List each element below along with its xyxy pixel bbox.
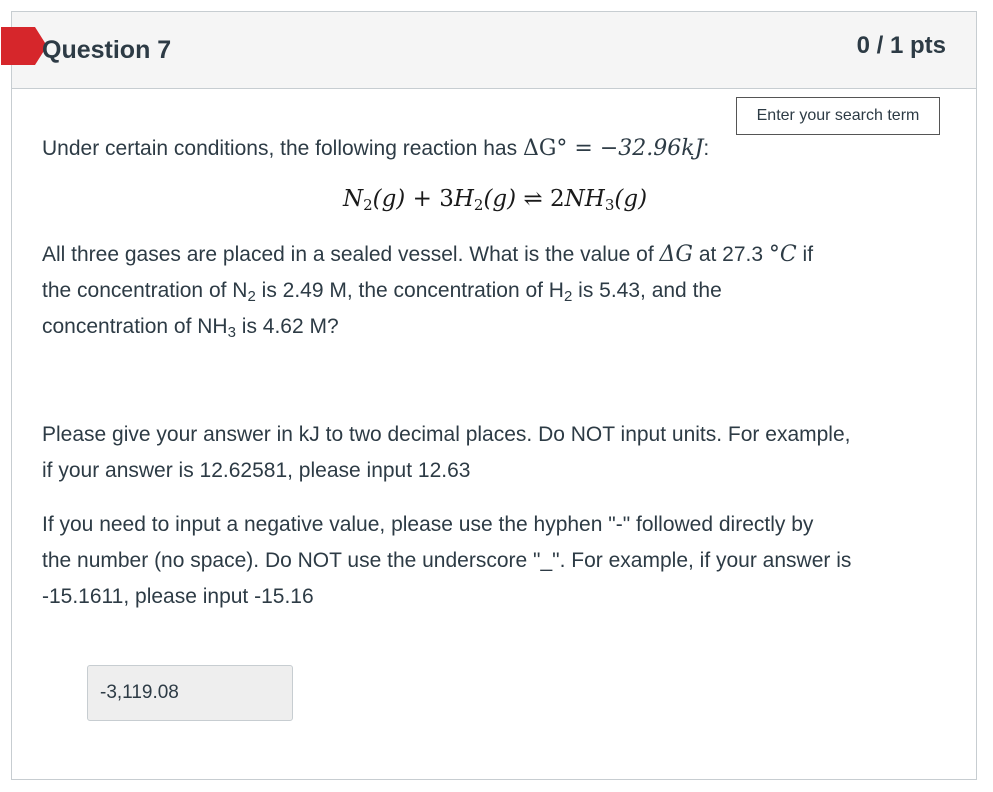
delta-g-standard: ΔG° = −32.96kJ — [522, 136, 704, 161]
question-card: Question 7 0 / 1 pts Enter your search t… — [1, 11, 977, 780]
answer-input[interactable]: -3,119.08 — [87, 665, 293, 721]
question-header: Question 7 0 / 1 pts — [1, 12, 976, 89]
instruction-line-1a: Please give your answer in kJ to two dec… — [42, 423, 851, 446]
question-line-1: All three gases are placed in a sealed v… — [42, 242, 814, 267]
question-line-3: concentration of NH3 is 4.62 M? — [42, 315, 339, 341]
search-input[interactable]: Enter your search term — [736, 97, 940, 135]
instruction-line-1b: if your answer is 12.62581, please input… — [42, 459, 471, 482]
question-title: Question 7 — [42, 36, 172, 64]
instruction-line-2c: -15.1611, please input -15.16 — [42, 585, 314, 608]
reaction-equation: N2(g) + 3H2(g) ⇌ 2NH3(g) — [342, 186, 648, 214]
instruction-line-2b: the number (no space). Do NOT use the un… — [42, 549, 852, 572]
question-points: 0 / 1 pts — [856, 32, 946, 59]
equilibrium-arrow-icon: ⇌ — [523, 186, 543, 212]
question-line-2: the concentration of N2 is 2.49 M, the c… — [42, 279, 722, 305]
intro-paragraph: Under certain conditions, the following … — [42, 136, 710, 161]
incorrect-flag-icon — [1, 27, 47, 65]
instruction-line-2a: If you need to input a negative value, p… — [42, 513, 814, 536]
